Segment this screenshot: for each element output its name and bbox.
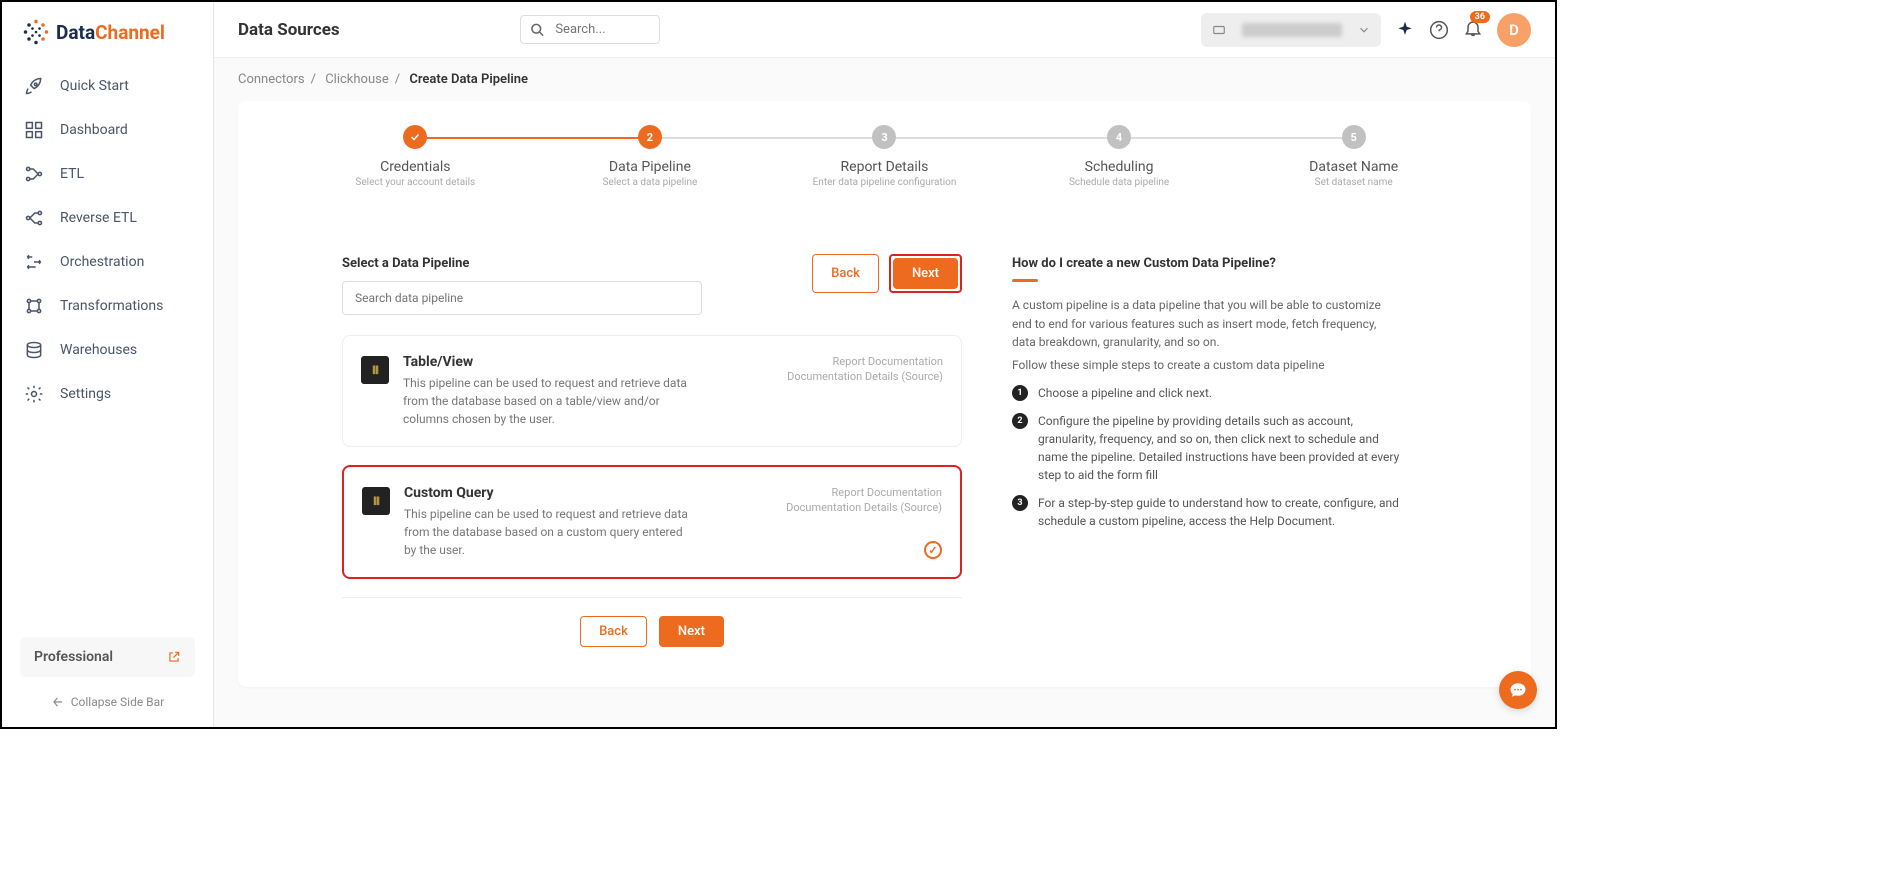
doc-details-link[interactable]: Documentation Details (Source) (787, 369, 943, 384)
nav-etl[interactable]: ETL (2, 152, 213, 196)
nav-reverse-etl[interactable]: Reverse ETL (2, 196, 213, 240)
chat-button[interactable] (1499, 671, 1537, 709)
global-search[interactable] (520, 15, 660, 44)
collapse-sidebar[interactable]: Collapse Side Bar (20, 687, 195, 717)
gear-icon (24, 384, 44, 404)
topbar: Data Sources 36 D (214, 2, 1555, 58)
nav-label: Transformations (60, 298, 163, 314)
selected-check-icon (924, 541, 942, 559)
plan-badge[interactable]: Professional (20, 637, 195, 677)
nav-label: Quick Start (60, 78, 129, 94)
check-icon (409, 131, 421, 143)
next-button-highlight: Next (889, 254, 962, 293)
collapse-label: Collapse Side Bar (71, 695, 165, 709)
help-step-3: 3For a step-by-step guide to understand … (1012, 494, 1402, 530)
nav-label: Settings (60, 386, 111, 402)
sparkle-icon[interactable] (1395, 20, 1415, 40)
grid-icon (24, 120, 44, 140)
help-panel: How do I create a new Custom Data Pipeli… (1012, 256, 1402, 647)
page-title: Data Sources (238, 20, 340, 40)
main-nav: Quick Start Dashboard ETL Reverse ETL Or… (2, 54, 213, 637)
help-title: How do I create a new Custom Data Pipeli… (1012, 256, 1402, 271)
notification-badge: 36 (1470, 11, 1490, 23)
section-title: Select a Data Pipeline (342, 256, 702, 271)
nav-label: Reverse ETL (60, 210, 137, 226)
pipeline-description: This pipeline can be used to request and… (404, 505, 694, 559)
nav-warehouses[interactable]: Warehouses (2, 328, 213, 372)
step-dataset-name[interactable]: 5 Dataset Name Set dataset name (1236, 125, 1471, 188)
nav-label: Orchestration (60, 254, 144, 270)
logo-text-channel: Channel (95, 21, 165, 44)
next-button-top[interactable]: Next (893, 258, 958, 289)
stepper: Credentials Select your account details … (238, 101, 1531, 210)
reverse-etl-icon (24, 208, 44, 228)
account-dropdown[interactable] (1201, 13, 1381, 47)
crumb-current: Create Data Pipeline (409, 72, 528, 87)
step-report-details[interactable]: 3 Report Details Enter data pipeline con… (767, 125, 1002, 188)
help-paragraph: A custom pipeline is a data pipeline tha… (1012, 296, 1402, 352)
database-icon (24, 340, 44, 360)
pipeline-description: This pipeline can be used to request and… (403, 374, 693, 428)
chevron-down-icon (1357, 23, 1371, 37)
account-name-blurred (1242, 23, 1342, 37)
help-step-1: 1Choose a pipeline and click next. (1012, 384, 1402, 402)
nav-quick-start[interactable]: Quick Start (2, 64, 213, 108)
pipeline-doc-links: Report Documentation Documentation Detai… (787, 354, 943, 428)
back-button-bottom[interactable]: Back (580, 616, 647, 647)
card-icon (1211, 23, 1227, 37)
crumb-connectors[interactable]: Connectors (238, 72, 305, 87)
pipeline-title: Table/View (403, 354, 773, 370)
plan-label: Professional (34, 649, 113, 665)
pipeline-option-custom-query[interactable]: |||| Custom Query This pipeline can be u… (342, 465, 962, 579)
pipeline-title: Custom Query (404, 485, 772, 501)
columns-icon: |||| (362, 487, 390, 515)
nav-transformations[interactable]: Transformations (2, 284, 213, 328)
orchestration-icon (24, 252, 44, 272)
step-scheduling[interactable]: 4 Scheduling Schedule data pipeline (1002, 125, 1237, 188)
pipeline-search-input[interactable] (342, 281, 702, 315)
nav-orchestration[interactable]: Orchestration (2, 240, 213, 284)
breadcrumb: Connectors/ Clickhouse/ Create Data Pipe… (214, 58, 1555, 101)
rocket-icon (24, 76, 44, 96)
collapse-icon (51, 695, 65, 709)
nav-dashboard[interactable]: Dashboard (2, 108, 213, 152)
external-link-icon (167, 650, 181, 664)
sidebar: DataChannel Quick Start Dashboard ETL Re… (2, 2, 214, 727)
pipeline-option-table-view[interactable]: |||| Table/View This pipeline can be use… (342, 335, 962, 447)
nav-label: ETL (60, 166, 84, 182)
help-step-2: 2Configure the pipeline by providing det… (1012, 412, 1402, 484)
notifications[interactable]: 36 (1463, 18, 1483, 42)
doc-details-link[interactable]: Documentation Details (Source) (786, 500, 942, 515)
chat-icon (1509, 681, 1527, 699)
report-doc-link[interactable]: Report Documentation (786, 485, 942, 500)
transform-icon (24, 296, 44, 316)
pipeline-doc-links: Report Documentation Documentation Detai… (786, 485, 942, 559)
back-button-top[interactable]: Back (812, 254, 879, 293)
step-data-pipeline[interactable]: 2 Data Pipeline Select a data pipeline (533, 125, 768, 188)
divider (342, 597, 962, 598)
avatar[interactable]: D (1497, 13, 1531, 47)
report-doc-link[interactable]: Report Documentation (787, 354, 943, 369)
help-icon[interactable] (1429, 20, 1449, 40)
nav-label: Warehouses (60, 342, 137, 358)
title-underline (1012, 279, 1038, 282)
nav-label: Dashboard (60, 122, 128, 138)
help-paragraph: Follow these simple steps to create a cu… (1012, 356, 1402, 375)
nav-settings[interactable]: Settings (2, 372, 213, 416)
logo-text-data: Data (56, 21, 95, 44)
logo-icon (22, 18, 50, 46)
etl-icon (24, 164, 44, 184)
step-credentials[interactable]: Credentials Select your account details (298, 125, 533, 188)
columns-icon: |||| (361, 356, 389, 384)
search-icon (530, 22, 545, 37)
next-button-bottom[interactable]: Next (659, 616, 724, 647)
crumb-clickhouse[interactable]: Clickhouse (325, 72, 389, 87)
logo: DataChannel (2, 2, 213, 54)
